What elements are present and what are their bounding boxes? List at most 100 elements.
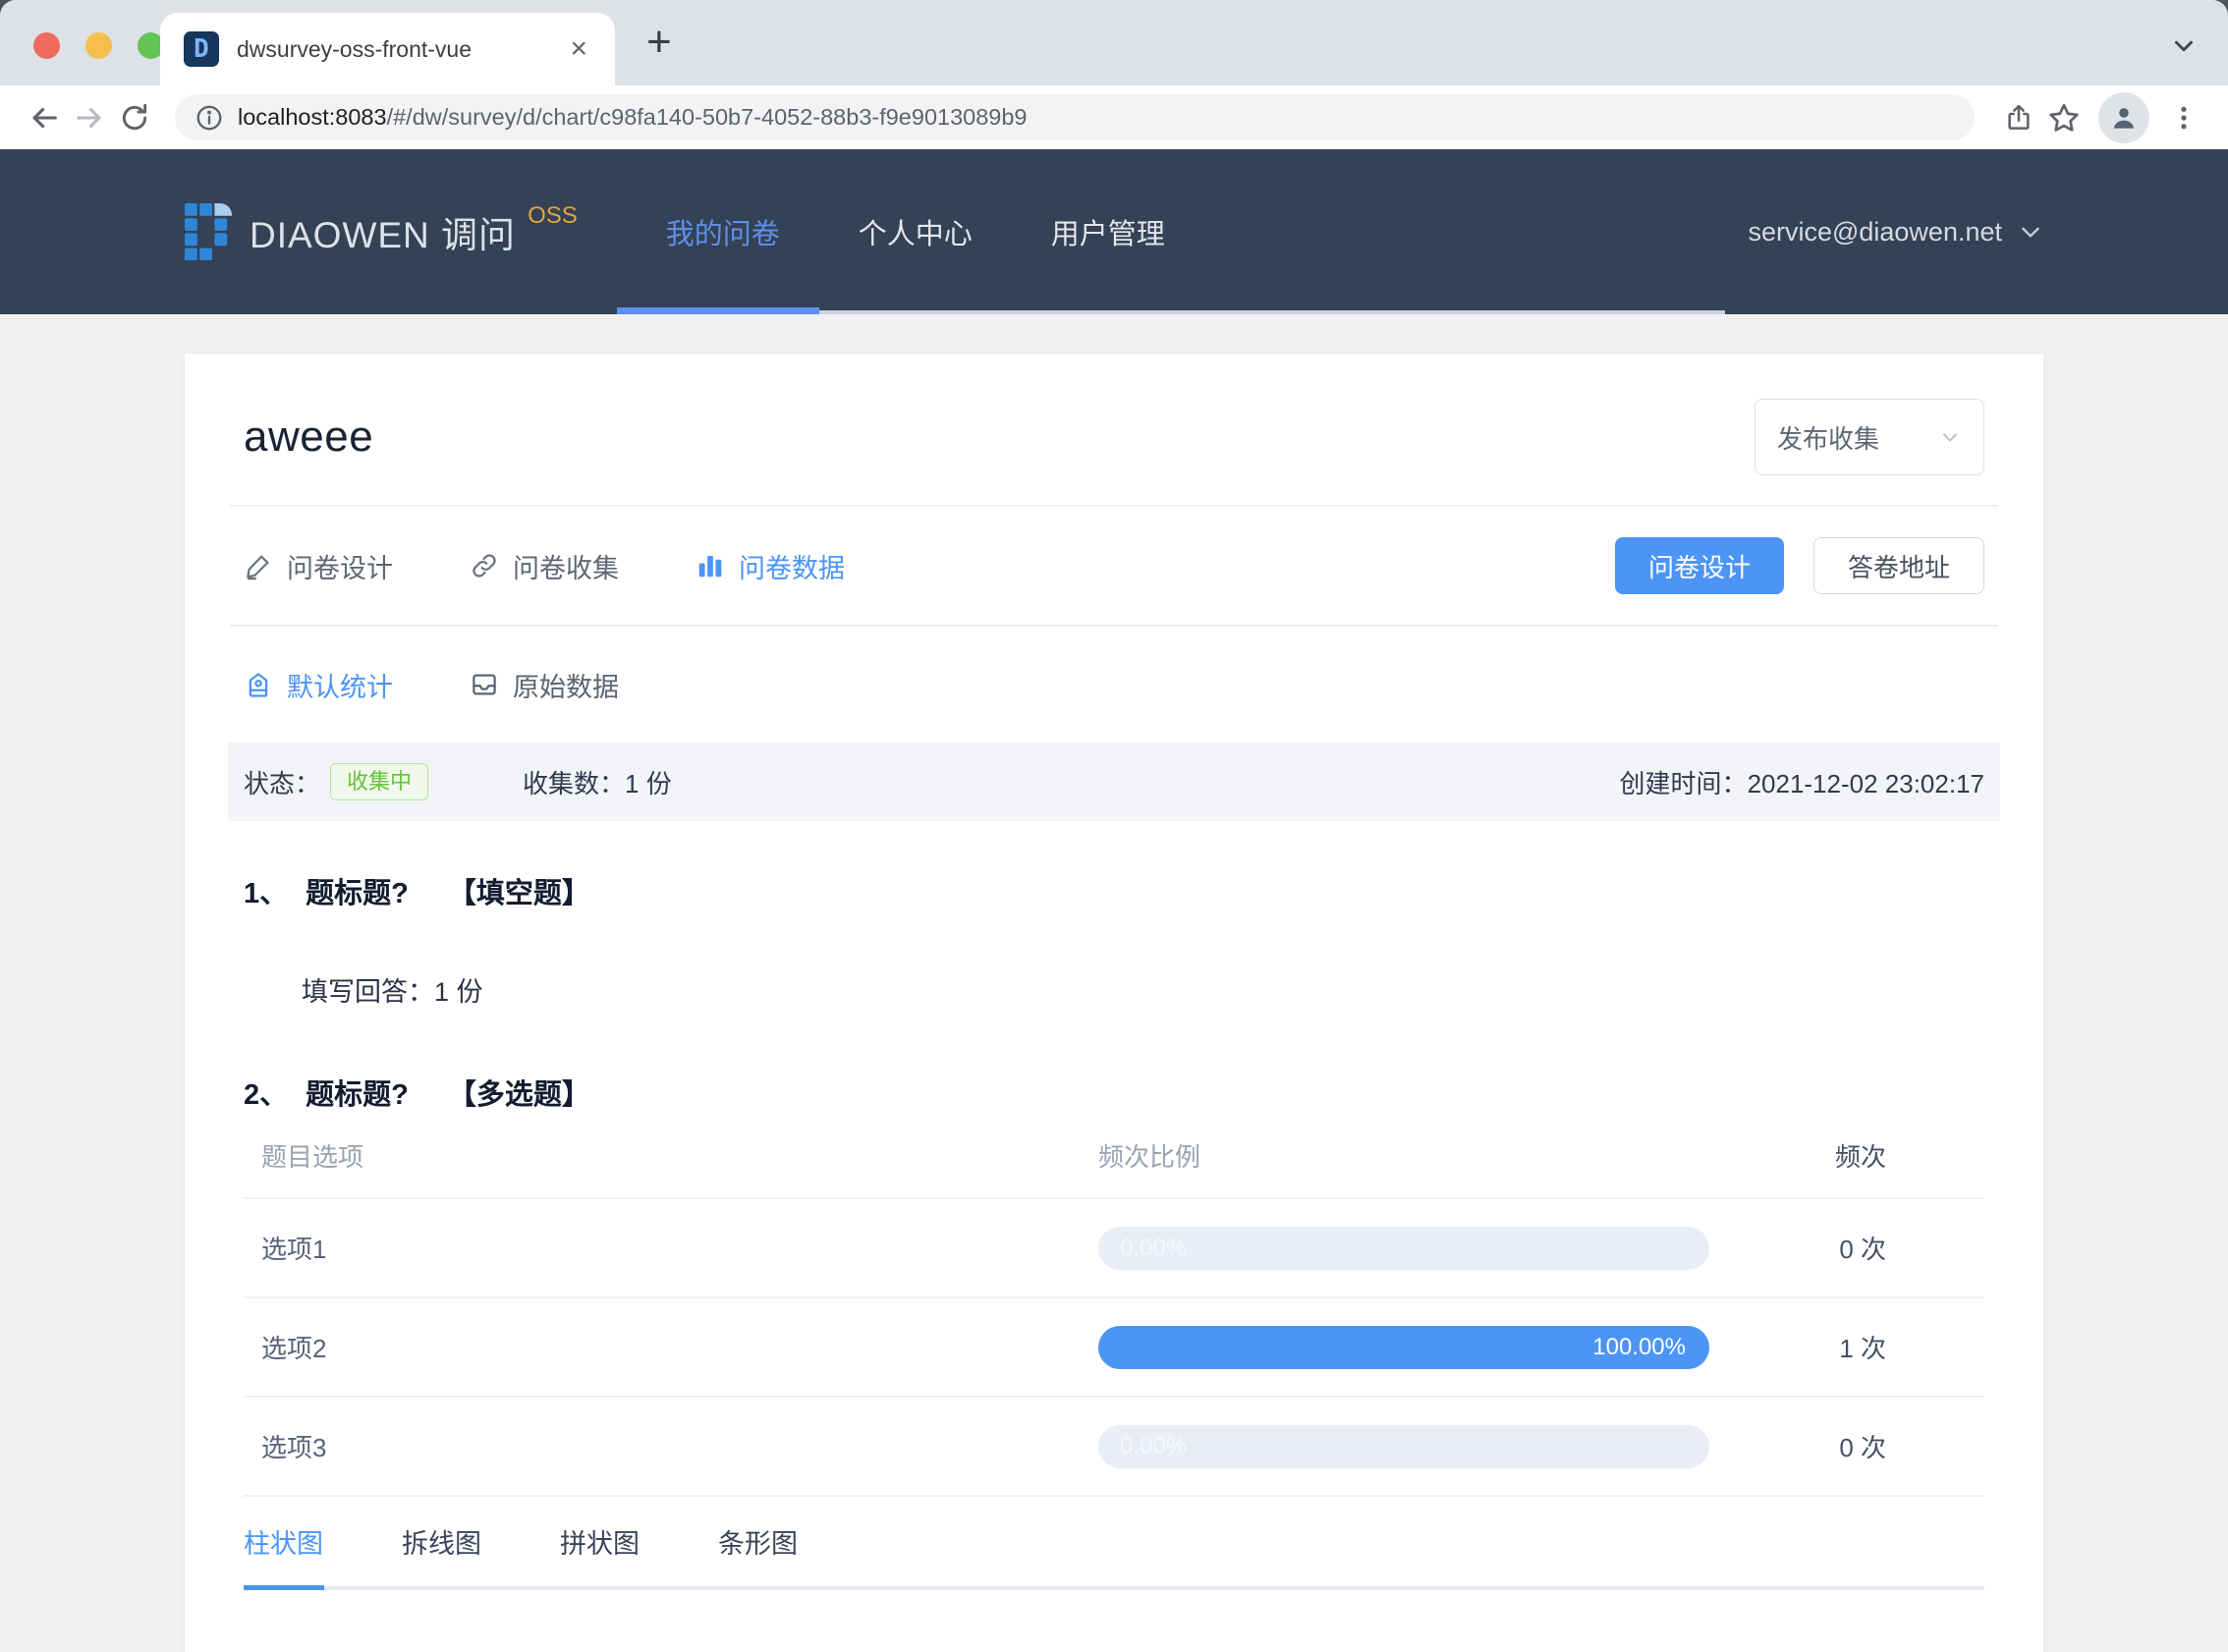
menu-active-underline [617, 307, 819, 314]
back-icon[interactable] [22, 101, 67, 135]
new-tab-button[interactable]: + [646, 18, 672, 67]
progress-bar: 0.00% [1098, 1226, 1709, 1270]
bookmark-star-icon[interactable] [2041, 101, 2087, 135]
browser-window: D dwsurvey-oss-front-vue × + localhost:8… [0, 0, 2228, 1652]
inbox-tray-icon [473, 674, 496, 695]
survey-title: aweee [244, 413, 374, 461]
browser-profile-avatar[interactable] [2098, 91, 2149, 143]
survey-section-tabs: 问卷设计 问卷收集 问卷数据 问卷设计 答卷地址 [244, 507, 1984, 625]
answer-url-button[interactable]: 答卷地址 [1812, 537, 1984, 594]
tag-icon [249, 673, 268, 697]
percent-label: 0.00% [1120, 1234, 1188, 1261]
nav-item-my-surveys[interactable]: 我的问卷 [627, 149, 819, 314]
subtab-raw-data[interactable]: 原始数据 [470, 666, 619, 704]
question-title: 题标题? [306, 1079, 409, 1111]
close-window-button[interactable] [33, 32, 60, 59]
progress-bar: 0.00% [1098, 1424, 1709, 1468]
chart-tabs-active-underline [244, 1585, 324, 1590]
tab-search-chevron-icon[interactable] [2169, 31, 2199, 61]
survey-detail-card: aweee 发布收集 问卷设计 问卷收集 问卷数据 问卷设计 答卷地址 默认统计… [185, 354, 2043, 1652]
question-index: 1、 [244, 878, 289, 909]
question-1-answer: 填写回答：1 份 [244, 970, 1984, 1009]
frequency-value: 0 次 [1839, 1433, 1886, 1462]
brand[interactable]: DIAOWEN 调问 OSS [185, 202, 578, 260]
browser-tab-strip: D dwsurvey-oss-front-vue × + [0, 0, 2228, 85]
link-icon [473, 554, 496, 578]
percent-label: 0.00% [1120, 1432, 1188, 1459]
answer-value: 1 份 [434, 977, 483, 1007]
address-bar[interactable]: localhost:8083/#/dw/survey/d/chart/c98fa… [175, 94, 1975, 140]
user-menu[interactable]: service@diaowen.net [1748, 217, 2043, 248]
header-actions: 问卷设计 答卷地址 [1614, 537, 1984, 594]
select-value: 发布收集 [1777, 423, 1880, 454]
survey-design-button[interactable]: 问卷设计 [1614, 537, 1784, 594]
chart-tab-line[interactable]: 拆线图 [402, 1522, 481, 1561]
app-navbar: DIAOWEN 调问 OSS 我的问卷 个人中心 用户管理 service@di… [0, 149, 2228, 314]
chevron-down-icon [1943, 433, 1957, 442]
question-type-tag: 【多选题】 [447, 1079, 590, 1111]
question-1-heading: 1、 题标题? 【填空题】 [244, 870, 1984, 911]
tab-label: 问卷数据 [739, 553, 845, 583]
question-title: 题标题? [306, 878, 409, 909]
tab-survey-design[interactable]: 问卷设计 [244, 547, 393, 585]
options-table-header: 题目选项 频次比例 频次 [244, 1113, 1984, 1199]
publish-collect-select[interactable]: 发布收集 [1755, 399, 1984, 475]
diaowen-logo-icon [185, 203, 232, 260]
tab-survey-data[interactable]: 问卷数据 [696, 547, 845, 585]
percent-label: 100.00% [1592, 1333, 1686, 1360]
stats-subtabs: 默认统计 原始数据 [244, 627, 1984, 743]
chart-tab-column[interactable]: 柱状图 [244, 1522, 323, 1561]
reload-icon[interactable] [112, 102, 157, 134]
header-ratio: 频次比例 [1098, 1141, 1201, 1172]
created-time-label: 创建时间： [1619, 768, 1748, 798]
created-time: 创建时间：2021-12-02 23:02:17 [1620, 764, 1984, 800]
window-controls [33, 32, 164, 59]
share-icon[interactable] [1996, 102, 2041, 134]
question-type-tag: 【填空题】 [447, 878, 590, 909]
chart-tab-bar[interactable]: 条形图 [718, 1522, 798, 1561]
nav-item-personal-center[interactable]: 个人中心 [819, 149, 1012, 314]
option-label: 选项3 [261, 1433, 327, 1462]
close-tab-icon[interactable]: × [566, 34, 591, 64]
brand-oss-badge: OSS [528, 202, 578, 229]
question-index: 2、 [244, 1079, 289, 1111]
chart-type-tabs: 柱状图 拆线图 拼状图 条形图 [244, 1522, 1984, 1590]
frequency-value: 1 次 [1839, 1334, 1886, 1363]
brand-name: DIAOWEN 调问 [250, 215, 517, 255]
nav-item-user-management[interactable]: 用户管理 [1012, 149, 1204, 314]
browser-menu-kebab-icon[interactable] [2161, 103, 2206, 133]
progress-bar: 100.00% [1098, 1325, 1709, 1369]
created-time-value: 2021-12-02 23:02:17 [1747, 768, 1984, 798]
table-row: 选项2 100.00% 1 次 [244, 1298, 1984, 1398]
header-option: 题目选项 [261, 1141, 364, 1172]
status-badge: 收集中 [330, 763, 429, 800]
answer-label: 填写回答： [302, 977, 434, 1007]
header-frequency: 频次 [1834, 1141, 1886, 1172]
url-path: /#/dw/survey/d/chart/c98fa140-50b7-4052-… [386, 104, 1028, 130]
frequency-value: 0 次 [1839, 1235, 1886, 1264]
subtab-label: 默认统计 [287, 672, 393, 702]
card-header: aweee 发布收集 [244, 354, 1984, 505]
question-2-heading: 2、 题标题? 【多选题】 [244, 1072, 1984, 1113]
tab-survey-collect[interactable]: 问卷收集 [470, 547, 619, 585]
tab-label: 问卷设计 [287, 553, 393, 583]
chart-tab-pie[interactable]: 拼状图 [560, 1522, 640, 1561]
edit-pencil-icon [247, 555, 269, 580]
tab-label: 问卷收集 [513, 553, 619, 583]
status-bar: 状态： 收集中 收集数： 1 份 创建时间：2021-12-02 23:02:1… [228, 743, 2000, 821]
collect-count-label: 收集数： [523, 768, 626, 798]
chart-tabs-underline-track [244, 1585, 1984, 1590]
subtab-default-stats[interactable]: 默认统计 [244, 666, 393, 704]
favicon: D [184, 31, 219, 67]
status-label: 状态： [244, 768, 321, 798]
tab-title: dwsurvey-oss-front-vue [237, 35, 473, 62]
forward-icon[interactable] [67, 101, 112, 135]
table-row: 选项3 0.00% 0 次 [244, 1398, 1984, 1497]
main-menu: 我的问卷 个人中心 用户管理 [627, 149, 1204, 314]
site-info-icon[interactable] [195, 103, 224, 133]
chevron-down-icon [2022, 227, 2039, 238]
browser-tab[interactable]: D dwsurvey-oss-front-vue × [160, 13, 615, 85]
minimize-window-button[interactable] [85, 32, 112, 59]
option-label: 选项1 [261, 1235, 327, 1264]
bar-chart-icon [698, 556, 722, 578]
